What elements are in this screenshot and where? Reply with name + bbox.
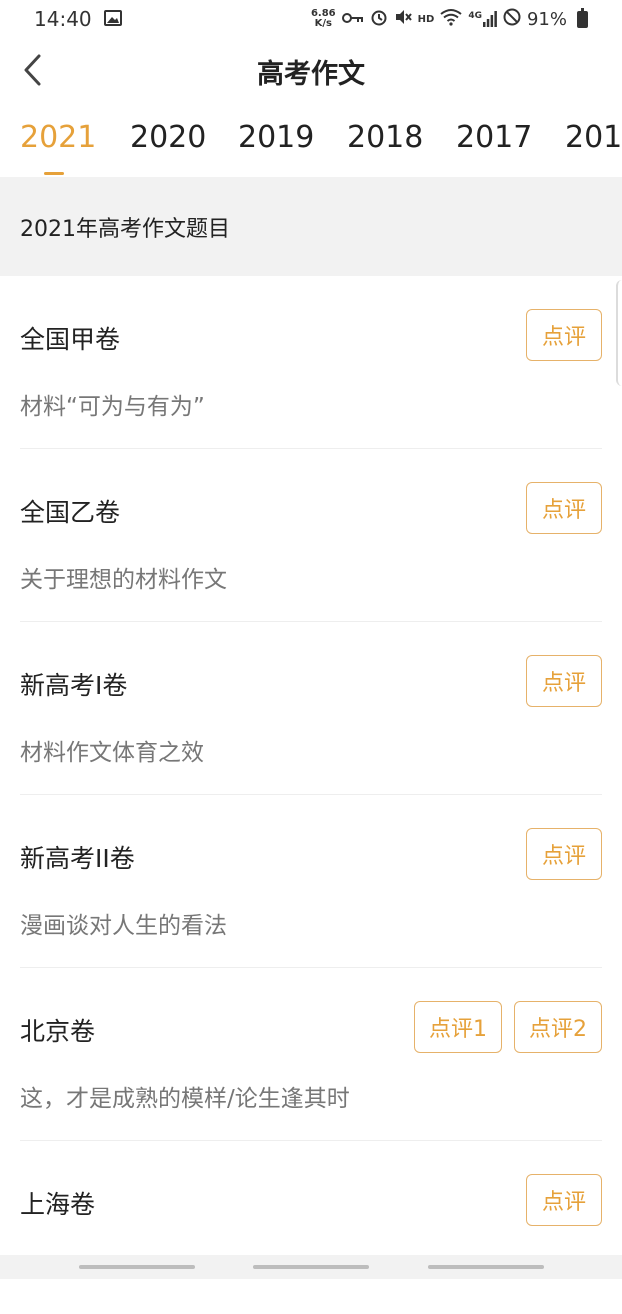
battery-percent: 91% bbox=[526, 8, 567, 30]
item-title: 上海卷 bbox=[20, 1190, 96, 1219]
review-button[interactable]: 点评 bbox=[526, 828, 602, 880]
scroll-indicator[interactable] bbox=[616, 280, 622, 386]
status-time: 14:40 bbox=[34, 7, 92, 31]
section-header: 2021年高考作文题目 bbox=[0, 177, 622, 276]
item-title: 新高考II卷 bbox=[20, 844, 135, 873]
navigation-bar bbox=[0, 1255, 622, 1279]
vpn-key-icon bbox=[341, 9, 364, 30]
review-button[interactable]: 点评 bbox=[526, 482, 602, 534]
item-description: 材料“可为与有为” bbox=[20, 394, 205, 420]
list-item[interactable]: 全国甲卷 材料“可为与有为” 点评 bbox=[20, 276, 602, 449]
list-item[interactable]: 上海卷 点评 bbox=[20, 1141, 602, 1314]
net-speed: 6.86 K/s bbox=[311, 9, 336, 29]
cell-signal-icon: 4G bbox=[468, 11, 497, 27]
item-description: 关于理想的材料作文 bbox=[20, 567, 227, 593]
review-button[interactable]: 点评 bbox=[526, 1174, 602, 1226]
tab-2016[interactable]: 2016 bbox=[565, 120, 622, 155]
list-item[interactable]: 全国乙卷 关于理想的材料作文 点评 bbox=[20, 449, 602, 622]
status-right: 6.86 K/s HD 4G 91% bbox=[311, 7, 588, 31]
status-left: 14:40 bbox=[34, 7, 122, 31]
nav-home-handle[interactable] bbox=[253, 1265, 369, 1269]
mute-icon bbox=[394, 8, 412, 31]
signal-type: 4G bbox=[468, 11, 482, 21]
nav-back-handle[interactable] bbox=[79, 1265, 195, 1269]
hd-label: HD bbox=[417, 13, 435, 25]
net-speed-unit: K/s bbox=[314, 18, 332, 29]
item-title: 全国甲卷 bbox=[20, 325, 121, 354]
alarm-icon bbox=[370, 8, 388, 31]
item-title: 新高考I卷 bbox=[20, 671, 128, 700]
section-title: 2021年高考作文题目 bbox=[20, 216, 230, 242]
status-bar: 14:40 6.86 K/s HD 4G 91% bbox=[0, 0, 622, 38]
tab-2019[interactable]: 2019 bbox=[238, 120, 314, 155]
tab-2017[interactable]: 2017 bbox=[456, 120, 532, 155]
page-title: 高考作文 bbox=[257, 58, 365, 90]
wifi-icon bbox=[440, 8, 462, 31]
review-button-1[interactable]: 点评1 bbox=[414, 1001, 502, 1053]
app-header: 高考作文 bbox=[0, 38, 622, 104]
list-item[interactable]: 新高考II卷 漫画谈对人生的看法 点评 bbox=[20, 795, 602, 968]
list-item[interactable]: 新高考I卷 材料作文体育之效 点评 bbox=[20, 622, 602, 795]
item-description: 漫画谈对人生的看法 bbox=[20, 913, 227, 939]
item-description: 这，才是成熟的模样/论生逢其时 bbox=[20, 1086, 350, 1112]
year-tabs: 2021 2020 2019 2018 2017 2016 bbox=[0, 108, 622, 176]
tab-2018[interactable]: 2018 bbox=[347, 120, 423, 155]
tab-2020[interactable]: 2020 bbox=[130, 120, 206, 155]
item-title: 全国乙卷 bbox=[20, 498, 121, 527]
do-not-disturb-icon bbox=[503, 8, 521, 31]
active-tab-indicator bbox=[44, 172, 64, 175]
review-button-2[interactable]: 点评2 bbox=[514, 1001, 602, 1053]
battery-icon bbox=[577, 7, 588, 28]
item-title: 北京卷 bbox=[20, 1017, 96, 1046]
chevron-left-icon bbox=[24, 54, 41, 86]
review-button[interactable]: 点评 bbox=[526, 309, 602, 361]
gallery-notification-icon bbox=[103, 7, 122, 31]
tab-2021[interactable]: 2021 bbox=[20, 120, 96, 155]
review-button[interactable]: 点评 bbox=[526, 655, 602, 707]
essay-list: 全国甲卷 材料“可为与有为” 点评 全国乙卷 关于理想的材料作文 点评 新高考I… bbox=[0, 276, 622, 1314]
list-item[interactable]: 北京卷 这，才是成熟的模样/论生逢其时 点评1 点评2 bbox=[20, 968, 602, 1141]
item-description: 材料作文体育之效 bbox=[20, 740, 204, 766]
back-button[interactable] bbox=[14, 52, 50, 88]
nav-recents-handle[interactable] bbox=[428, 1265, 544, 1269]
